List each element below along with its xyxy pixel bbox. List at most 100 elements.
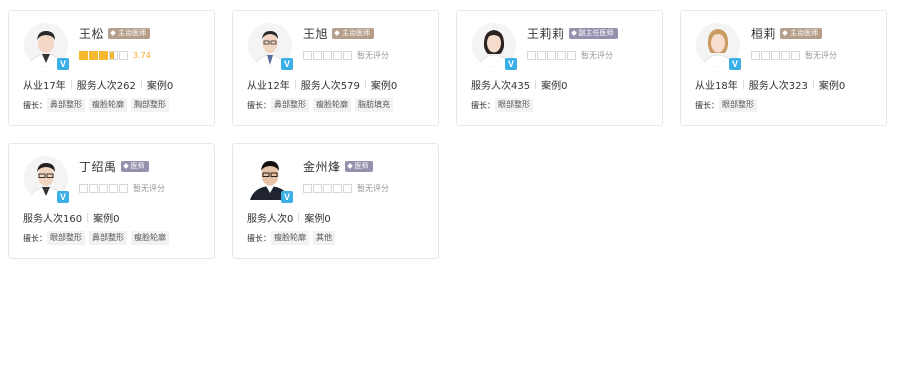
star-empty-icon (303, 50, 312, 60)
star-empty-icon (333, 183, 342, 193)
star-empty-icon (567, 50, 576, 60)
skill-tag[interactable]: 脂肪填充 (355, 98, 393, 112)
name-row: 桓莉 主治医师 (751, 25, 823, 42)
doctor-card[interactable]: V 金州烽 医师 暂无评分 服务人次0 案例0 擅长： 瘦脸轮廓 其他 (232, 143, 439, 259)
stats-row: 从业12年 服务人次579 案例0 (247, 77, 397, 92)
name-row: 王松 主治医师 (79, 25, 151, 42)
star-half-icon (109, 50, 118, 60)
star-empty-icon (537, 50, 546, 60)
star-empty-icon (119, 183, 128, 193)
skill-tag[interactable]: 鼻部整形 (47, 98, 85, 112)
stats-row: 从业17年 服务人次262 案例0 (23, 77, 173, 92)
star-empty-icon (343, 183, 352, 193)
doctor-card[interactable]: V 王松 主治医师 3.74 从业17年 服务人次262 案例0 擅长： 鼻部整… (8, 10, 215, 126)
skills-label: 擅长： (471, 100, 495, 110)
rating-empty-text: 暂无评分 (133, 183, 165, 193)
name-row: 金州烽 医师 (303, 158, 373, 174)
doctor-card[interactable]: V 桓莉 主治医师 暂无评分 从业18年 服务人次323 案例0 擅长： 眼部整… (680, 10, 887, 126)
skill-tag[interactable]: 鼻部整形 (89, 231, 127, 245)
doctor-name[interactable]: 王莉莉 (527, 25, 565, 42)
avatar-wrap[interactable]: V (24, 23, 69, 70)
skill-tag[interactable]: 胸部整形 (131, 98, 169, 112)
rating-row: 暂无评分 (79, 182, 165, 194)
star-empty-icon (343, 50, 352, 60)
doctor-title: 医师 (130, 161, 145, 170)
diamond-icon (782, 30, 788, 36)
doctor-name[interactable]: 王松 (79, 25, 104, 42)
star-empty-icon (303, 183, 312, 193)
skill-tag[interactable]: 瘦脸轮廓 (271, 231, 309, 245)
verified-badge-icon: V (281, 58, 293, 70)
skills-row: 擅长： 眼部整形 鼻部整形 瘦脸轮廓 (23, 231, 173, 245)
stat-years: 从业18年 (695, 81, 738, 92)
avatar-wrap[interactable]: V (248, 156, 293, 203)
stats-row: 服务人次160 案例0 (23, 210, 119, 225)
skill-tag[interactable]: 眼部整形 (495, 98, 533, 112)
diamond-icon (346, 163, 353, 169)
skill-tag[interactable]: 瘦脸轮廓 (313, 98, 351, 112)
doctor-name[interactable]: 桓莉 (751, 25, 776, 42)
stat-service-count: 服务人次579 (300, 81, 360, 92)
divider (535, 80, 537, 89)
doctor-name[interactable]: 金州烽 (303, 158, 341, 175)
rating-row: 暂无评分 (303, 182, 389, 194)
verified-badge-icon: V (57, 58, 69, 70)
doctor-title: 副主任医师 (578, 28, 614, 37)
skill-tag[interactable]: 瘦脸轮廓 (89, 98, 127, 112)
skill-tag[interactable]: 鼻部整形 (271, 98, 309, 112)
doctor-title: 主治医师 (118, 28, 147, 37)
stat-service-count: 服务人次160 (23, 214, 83, 225)
verified-badge-icon: V (281, 191, 293, 203)
rating-empty-text: 暂无评分 (805, 50, 837, 60)
doctor-title-badge: 副主任医师 (568, 27, 618, 39)
skill-tag[interactable]: 眼部整形 (47, 231, 85, 245)
star-empty-icon (791, 50, 800, 60)
rating-row: 暂无评分 (303, 49, 389, 61)
doctor-title-badge: 主治医师 (780, 27, 823, 39)
stat-service-count: 服务人次262 (76, 81, 136, 92)
diamond-icon (570, 30, 577, 36)
skill-tag[interactable]: 眼部整形 (719, 98, 757, 112)
star-empty-icon (313, 50, 322, 60)
skills-row: 擅长： 瘦脸轮廓 其他 (247, 231, 339, 245)
star-empty-icon (333, 50, 342, 60)
star-icon (99, 50, 108, 60)
star-empty-icon (109, 183, 118, 193)
avatar-wrap[interactable]: V (696, 23, 741, 70)
doctor-name[interactable]: 王旭 (303, 25, 328, 42)
doctor-card[interactable]: V 丁绍禹 医师 暂无评分 服务人次160 案例0 擅长： 眼部整形 鼻部整形 … (8, 143, 215, 259)
doctor-name[interactable]: 丁绍禹 (79, 158, 117, 175)
avatar-wrap[interactable]: V (472, 23, 517, 70)
divider (87, 213, 89, 222)
skills-label: 擅长： (695, 100, 719, 110)
skills-label: 擅长： (247, 100, 271, 110)
stat-service-count: 服务人次0 (247, 214, 294, 225)
doctor-card[interactable]: V 王莉莉 副主任医师 暂无评分 服务人次435 案例0 擅长： 眼部整形 (456, 10, 663, 126)
avatar-wrap[interactable]: V (248, 23, 293, 70)
stat-service-count: 服务人次435 (471, 81, 531, 92)
name-row: 丁绍禹 医师 (79, 158, 149, 174)
skills-row: 擅长： 鼻部整形 瘦脸轮廓 脂肪填充 (247, 98, 397, 112)
diamond-icon (110, 30, 116, 36)
star-empty-icon (761, 50, 770, 60)
diamond-icon (334, 30, 340, 36)
rating-row: 3.74 (79, 49, 151, 61)
rating-empty-text: 暂无评分 (581, 50, 613, 60)
star-empty-icon (781, 50, 790, 60)
divider (70, 80, 72, 89)
name-row: 王旭 主治医师 (303, 25, 375, 42)
rating-score: 3.74 (133, 50, 151, 60)
divider (298, 213, 300, 222)
star-icon (89, 50, 98, 60)
avatar-wrap[interactable]: V (24, 156, 69, 203)
doctor-card[interactable]: V 王旭 主治医师 暂无评分 从业12年 服务人次579 案例0 擅长： 鼻部整… (232, 10, 439, 126)
skills-row: 擅长： 眼部整形 (695, 98, 761, 112)
skills-label: 擅长： (23, 233, 47, 243)
star-empty-icon (751, 50, 760, 60)
verified-badge-icon: V (729, 58, 741, 70)
doctor-grid: V 王松 主治医师 3.74 从业17年 服务人次262 案例0 擅长： 鼻部整… (0, 0, 900, 366)
skill-tag[interactable]: 瘦脸轮廓 (131, 231, 169, 245)
divider (294, 80, 296, 89)
skill-tag[interactable]: 其他 (313, 231, 335, 245)
stat-cases: 案例0 (93, 214, 120, 225)
